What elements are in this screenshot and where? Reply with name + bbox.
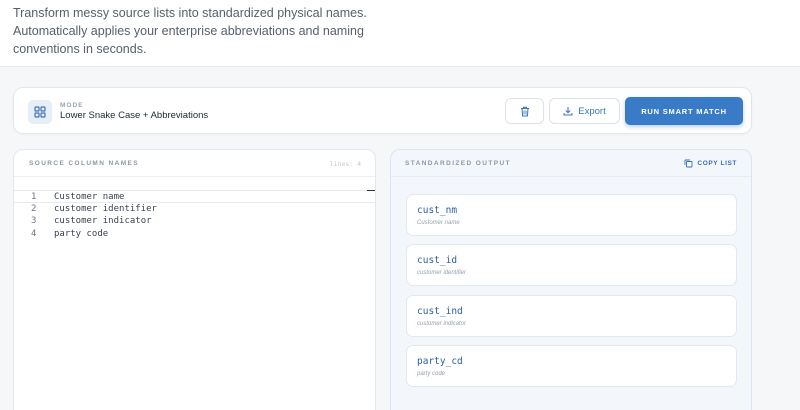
grid-icon[interactable] [28,100,52,124]
source-panel-title: SOURCE COLUMN NAMES [29,160,140,167]
output-source: party code [417,371,446,377]
clear-button[interactable] [505,98,544,124]
source-editor[interactable]: 1 Customer name 2 customer identifier 3 … [14,190,375,241]
output-item[interactable]: cust_ind customer indicator [406,295,737,337]
download-icon [563,107,573,116]
line-text: customer indicator [54,216,152,227]
lines-count: lines: 4 [329,160,361,168]
copy-icon [684,159,693,168]
editor-line[interactable]: 4 party code [14,228,375,241]
output-item[interactable]: cust_nm Customer name [406,194,737,236]
mode-selector[interactable]: Lower Snake Case + Abbreviations [60,110,208,121]
output-name: party_cd [417,356,463,367]
output-name: cust_id [417,255,458,266]
export-button[interactable]: Export [549,98,620,124]
mode-toolbar: MODE Lower Snake Case + Abbreviations Ex… [13,87,752,134]
mode-label: MODE [60,102,84,109]
output-name: cust_ind [417,306,463,317]
output-panel-title: STANDARDIZED OUTPUT [405,160,511,167]
output-item[interactable]: party_cd party code [406,345,737,387]
editor-line[interactable]: 2 customer identifier [14,203,375,216]
hero-section: Transform messy source lists into standa… [0,0,800,67]
source-panel: SOURCE COLUMN NAMES lines: 4 1 Customer … [13,149,376,410]
line-number: 3 [31,216,37,227]
output-source: customer indicator [417,321,467,327]
line-text: party code [54,229,109,240]
output-panel: STANDARDIZED OUTPUT COPY LIST cust_nm Cu… [390,149,752,410]
output-item[interactable]: cust_id customer identifier [406,244,737,286]
source-panel-header: SOURCE COLUMN NAMES lines: 4 [14,150,375,177]
line-number: 2 [31,203,37,214]
output-source: customer identifier [417,270,467,276]
copy-list-button[interactable]: COPY LIST [684,159,737,168]
editor-cursor [367,190,375,191]
export-label: Export [578,105,606,117]
copy-list-label: COPY LIST [697,160,737,167]
output-name: cust_nm [417,205,458,216]
line-text: customer identifier [54,203,157,214]
run-smart-match-button[interactable]: RUN SMART MATCH [625,97,743,125]
editor-line[interactable]: 1 Customer name [14,190,375,203]
output-source: Customer name [417,220,460,226]
trash-icon [520,106,529,116]
line-number: 4 [31,229,37,240]
hero-description: Transform messy source lists into standa… [13,6,367,56]
editor-line[interactable]: 3 customer indicator [14,215,375,228]
output-panel-header: STANDARDIZED OUTPUT COPY LIST [391,150,751,177]
